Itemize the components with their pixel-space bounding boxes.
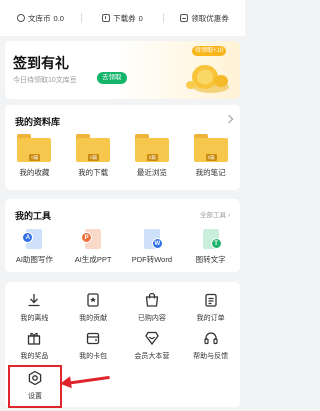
order-icon [203,292,219,308]
tool-image-text[interactable]: T 图转文字 [183,229,239,265]
service-prizes[interactable]: 我的奖品 [8,330,60,361]
service-label: 我的卡包 [79,353,108,360]
library-title: 我的资料库 [15,117,61,127]
ai-ppt-icon: P [81,229,102,249]
service-label: 我的订单 [196,315,225,322]
service-label: 已购内容 [137,315,166,322]
library-item-downloads[interactable]: 0篇 我的下载 [67,134,119,178]
folder-icon: 0篇 [193,134,228,162]
service-help[interactable]: 帮助与反馈 [185,330,237,361]
claim-button[interactable]: 去领取 [97,72,127,84]
wenku-coin-value: 0.0 [53,13,64,23]
tool-pdf-word[interactable]: W PDF转Word [124,229,180,265]
wenku-coin-label: 文库币 [28,13,51,23]
library-item-favorites[interactable]: 0篇 我的收藏 [8,134,60,178]
download-ticket-value: 0 [138,13,143,23]
library-item-label: 我的笔记 [195,168,226,177]
all-tools-label: 全部工具 [200,212,227,219]
tools-card: 我的工具 全部工具 › A AI助图写作 P AI生成PPT W PDF转Wor… [5,199,240,272]
all-tools-link[interactable]: 全部工具 › [200,209,230,219]
ai-write-icon: A [22,229,43,249]
download-ticket-icon [102,14,111,22]
top-bar: 文库币 0.0 下载券 0 领取优惠券 [0,0,245,36]
tool-label: AI生成PPT [74,255,112,264]
service-cards[interactable]: 我的卡包 [67,330,119,361]
library-item-notes[interactable]: 0篇 我的笔记 [185,134,237,178]
chevron-right-icon[interactable] [224,114,234,124]
folder-count: 0篇 [146,154,158,161]
tool-label: 图转文字 [195,255,226,264]
tool-ai-write[interactable]: A AI助图写作 [6,229,62,265]
gift-icon [26,330,42,346]
pending-badge: 待领取+10 [192,46,227,56]
tool-label: PDF转Word [131,255,173,264]
ai-ppt-badge: P [81,232,93,243]
annotation-arrow-head [59,376,72,390]
coin-icon [17,14,26,22]
library-item-recent[interactable]: 0篇 最近浏览 [126,134,178,178]
folder-count: 0篇 [29,154,41,161]
ai-write-badge: A [22,232,34,243]
settings-highlight-box [8,365,62,408]
service-purchased[interactable]: 已购内容 [126,292,178,323]
download-icon [26,292,42,308]
folder-icon: 0篇 [134,134,169,162]
image-text-icon: T [202,229,222,249]
service-offline[interactable]: 我的离线 [8,292,60,323]
library-card: 我的资料库 0篇 我的收藏 0篇 我的下载 0篇 最近浏览 0篇 我的笔记 [5,105,240,190]
service-vip[interactable]: 会员大本营 [126,330,178,361]
service-label: 会员大本营 [134,353,170,360]
library-item-label: 我的下载 [78,168,109,177]
folder-icon: 0篇 [17,134,52,162]
folder-count: 0篇 [205,154,217,161]
service-contribution[interactable]: 我的贡献 [67,292,119,323]
tool-ai-ppt[interactable]: P AI生成PPT [65,229,121,265]
library-item-label: 我的收藏 [19,168,50,177]
sign-in-title: 签到有礼 [13,55,69,71]
pdf-word-icon: W [143,229,163,249]
coupon-entry[interactable]: 领取优惠券 [164,13,245,24]
image-text-badge: T [210,238,222,249]
gold-coins-icon [186,65,229,93]
library-item-label: 最近浏览 [136,168,167,177]
wenku-coin-entry[interactable]: 文库币 0.0 [0,13,81,24]
contribution-icon [85,292,101,308]
service-label: 我的离线 [20,315,49,322]
download-ticket-label: 下载券 [113,13,136,23]
folder-icon: 0篇 [76,134,111,162]
pdf-word-badge: W [151,238,163,249]
download-ticket-entry[interactable]: 下载券 0 [82,13,163,24]
service-label: 我的贡献 [79,315,108,322]
service-orders[interactable]: 我的订单 [185,292,237,323]
service-label: 帮助与反馈 [193,353,229,360]
headset-icon [203,330,219,346]
service-label: 我的奖品 [20,353,49,360]
coupon-icon [180,14,189,22]
sign-in-card[interactable]: 签到有礼 今日待领取10文库豆 去领取 待领取+10 [5,41,240,99]
tools-title: 我的工具 [15,211,52,221]
bag-icon [144,292,160,308]
sign-in-subtitle: 今日待领取10文库豆 [13,77,77,84]
card-icon [85,330,101,346]
vip-icon [144,330,160,346]
tool-label: AI助图写作 [15,255,53,264]
coupon-label: 领取优惠券 [191,13,229,23]
folder-count: 0篇 [88,154,100,161]
